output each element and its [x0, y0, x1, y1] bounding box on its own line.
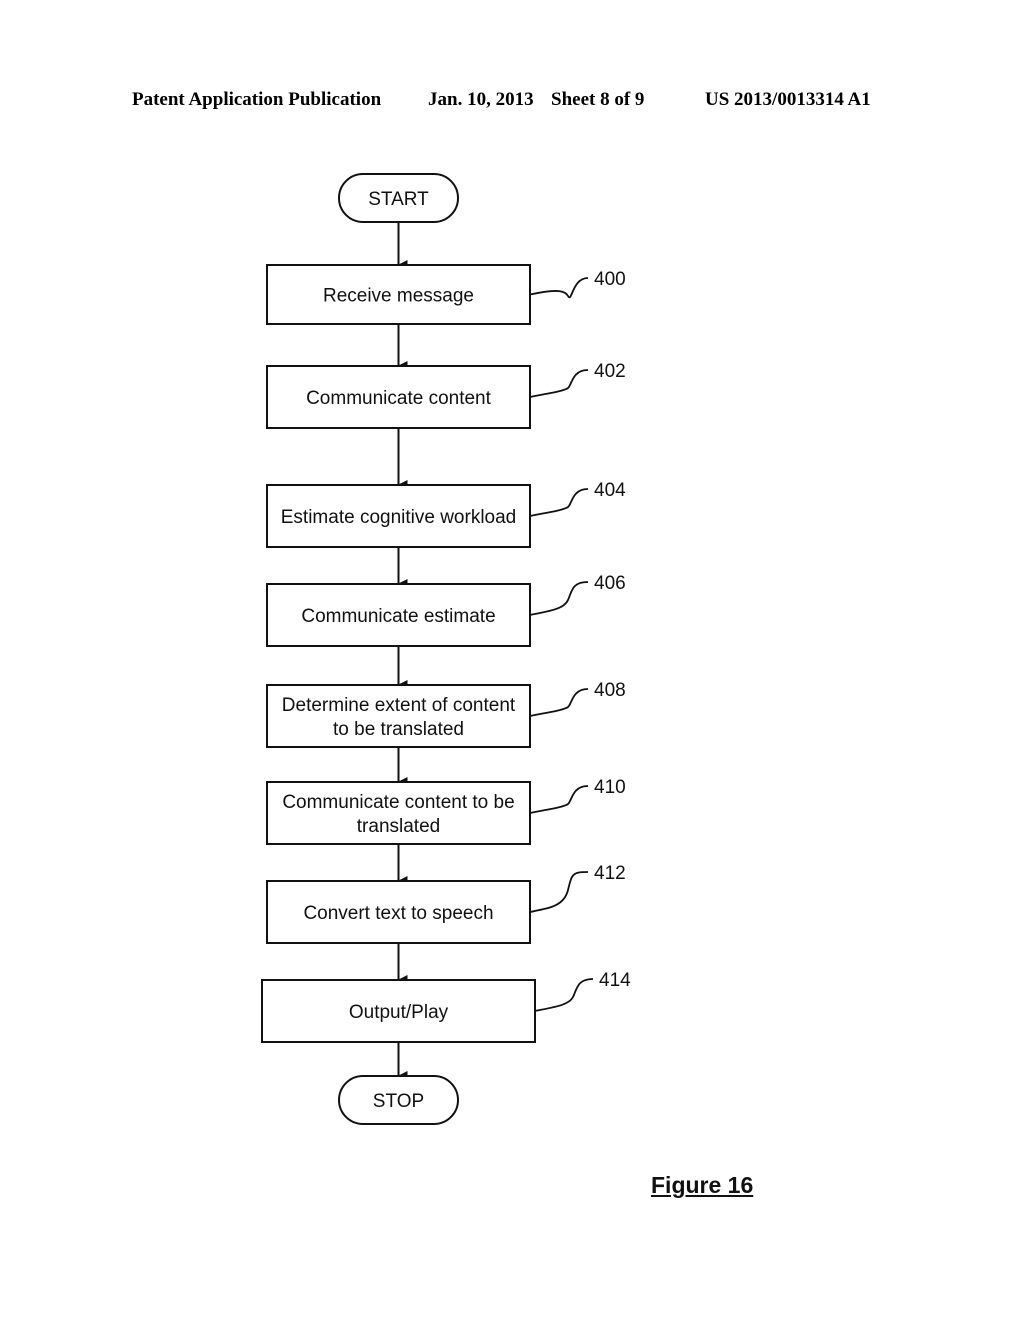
- process-step-404: Estimate cognitive workload 404: [266, 480, 626, 548]
- step-label: Output/Play: [349, 1002, 449, 1023]
- leader-line: [529, 369, 589, 398]
- reference-numeral: 400: [594, 269, 626, 290]
- start-terminator: START: [338, 173, 459, 223]
- reference-numeral: 408: [594, 680, 626, 701]
- process-step-406: Communicate estimate 406: [266, 573, 626, 647]
- step-label: Communicate content to be: [282, 792, 514, 813]
- stop-label: STOP: [373, 1091, 424, 1112]
- stop-terminator: STOP: [338, 1075, 459, 1125]
- leader-line: [529, 488, 589, 517]
- reference-numeral: 402: [594, 361, 626, 382]
- leader-line: [529, 581, 589, 616]
- step-label: Communicate estimate: [301, 606, 495, 627]
- process-step-408: Determine extent of content to be transla…: [266, 680, 626, 748]
- step-label: Determine extent of content: [282, 695, 516, 716]
- leader-line: [534, 978, 594, 1012]
- reference-numeral: 414: [599, 970, 631, 991]
- process-step-410: Communicate content to be translated 410: [266, 777, 626, 845]
- reference-numeral: 404: [594, 480, 626, 501]
- process-step-400: Receive message 400: [266, 264, 626, 325]
- step-label: Communicate content: [306, 388, 492, 409]
- leader-line: [529, 688, 589, 717]
- step-label: Receive message: [323, 286, 474, 307]
- figure-caption: Figure 16: [651, 1172, 754, 1198]
- leader-line: [529, 277, 589, 299]
- step-label: Convert text to speech: [303, 903, 493, 924]
- reference-numeral: 412: [594, 863, 626, 884]
- flowchart: START Receive message 400 Communicate cont…: [261, 173, 631, 1125]
- step-label: Estimate cognitive workload: [281, 507, 517, 528]
- reference-numeral: 406: [594, 573, 626, 594]
- process-step-412: Convert text to speech 412: [266, 863, 626, 944]
- process-step-402: Communicate content 402: [266, 361, 626, 429]
- leader-line: [529, 785, 589, 814]
- process-step-414: Output/Play 414: [261, 970, 631, 1043]
- reference-numeral: 410: [594, 777, 626, 798]
- start-label: START: [368, 189, 429, 210]
- step-label: translated: [357, 816, 440, 837]
- step-label: to be translated: [333, 719, 464, 740]
- leader-line: [529, 871, 589, 913]
